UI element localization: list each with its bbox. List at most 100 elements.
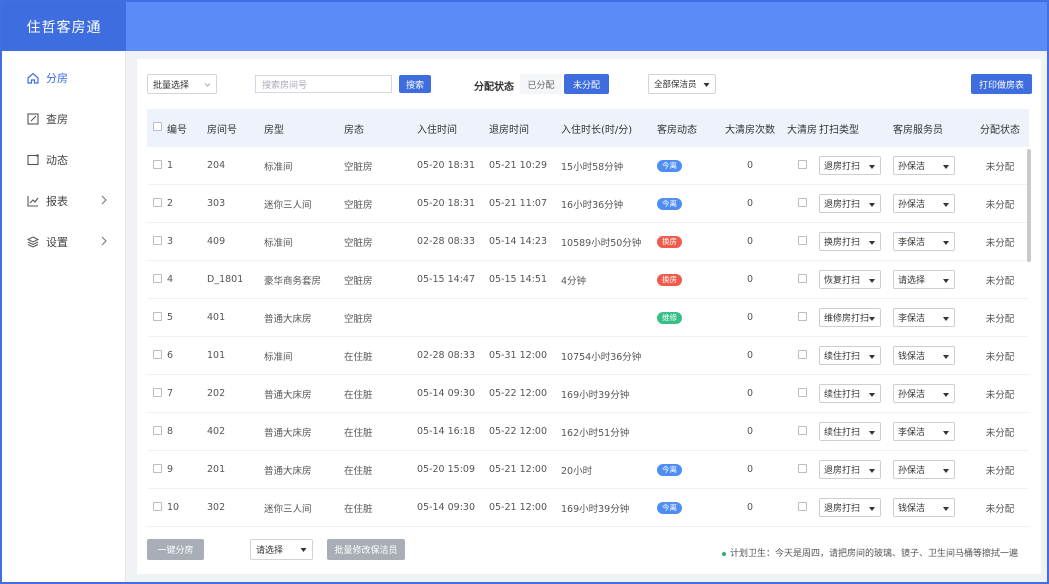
- stay-duration: 10754小时36分钟: [561, 351, 642, 363]
- table-scrollbar[interactable]: [1027, 149, 1031, 262]
- room-type: 标准间: [264, 351, 293, 363]
- clean-type-select[interactable]: 维修房打扫: [819, 308, 881, 327]
- clean-type-select[interactable]: 续住打扫: [819, 346, 881, 365]
- room-type: 迷你三人间: [264, 503, 312, 515]
- deep-clean-count: 0: [746, 388, 754, 399]
- row-checkbox[interactable]: [153, 463, 167, 476]
- row-checkbox[interactable]: [153, 387, 167, 400]
- search-button[interactable]: 搜索: [399, 75, 431, 93]
- deep-clean-checkbox[interactable]: [785, 197, 819, 210]
- clean-type-cell: 续住打扫: [819, 346, 893, 365]
- table-row: 2 303 迷你三人间 空脏房 05-20 18:31 05-21 11:07 16小时36…: [147, 185, 1029, 223]
- home-icon: [26, 71, 40, 85]
- checkin-time: 02-28 08:33: [417, 236, 476, 247]
- row-checkbox[interactable]: [153, 501, 167, 514]
- room-type: 普通大床房: [264, 389, 312, 401]
- room-dynamic-cell: 今离: [657, 159, 715, 172]
- deep-clean-checkbox[interactable]: [785, 159, 819, 172]
- col-header: 客房服务员: [893, 124, 943, 136]
- select-all-checkbox[interactable]: [153, 122, 167, 134]
- footer-select-dropdown[interactable]: 请选择: [250, 539, 313, 560]
- edit-icon: [26, 112, 40, 126]
- attendant-value: 钱保洁: [898, 352, 926, 362]
- deep-clean-checkbox[interactable]: [785, 463, 819, 476]
- row-number: 7: [167, 388, 174, 399]
- table-header: 编号 房间号 房型 房态 入住时间 退房时间 入住时长(时/分) 客房动态 大清…: [147, 109, 1029, 147]
- chevron-down-icon: [869, 201, 875, 207]
- clean-type-select[interactable]: 退房打扫: [819, 156, 881, 175]
- attendant-cell: 李保洁: [893, 308, 971, 327]
- row-checkbox[interactable]: [153, 159, 167, 172]
- attendant-select[interactable]: 孙保洁: [893, 194, 955, 213]
- chevron-down-icon: [869, 429, 875, 435]
- checkin-time: 05-20 15:09: [417, 464, 476, 475]
- deep-clean-checkbox[interactable]: [785, 387, 819, 400]
- batch-select-dropdown[interactable]: 批量选择: [147, 74, 217, 94]
- clean-type-value: 退房打扫: [824, 504, 861, 514]
- checkin-time: 05-14 16:18: [417, 426, 476, 437]
- attendant-select[interactable]: 孙保洁: [893, 384, 955, 403]
- deep-clean-checkbox[interactable]: [785, 425, 819, 438]
- attendant-select[interactable]: 钱保洁: [893, 346, 955, 365]
- room-type: 普通大床房: [264, 465, 312, 477]
- row-number: 8: [167, 426, 174, 437]
- clean-type-select[interactable]: 换房打扫: [819, 232, 881, 251]
- clean-type-cell: 换房打扫: [819, 232, 893, 251]
- clean-type-select[interactable]: 退房打扫: [819, 498, 881, 517]
- attendant-select[interactable]: 李保洁: [893, 308, 955, 327]
- checkout-time: 05-21 12:00: [489, 502, 548, 513]
- row-checkbox[interactable]: [153, 425, 167, 438]
- attendant-select[interactable]: 孙保洁: [893, 156, 955, 175]
- table-row: 5 401 普通大床房 空脏房 维修 0 维修房打扫 李保洁 未分配: [147, 299, 1029, 337]
- col-header: 编号: [167, 124, 187, 136]
- attendant-select[interactable]: 李保洁: [893, 232, 955, 251]
- one-key-assign-button[interactable]: 一键分房: [147, 539, 204, 560]
- row-checkbox[interactable]: [153, 349, 167, 362]
- sidebar-item-check-rooms[interactable]: 查房: [2, 98, 125, 139]
- attendant-cell: 孙保洁: [893, 384, 971, 403]
- deep-clean-checkbox[interactable]: [785, 349, 819, 362]
- attendant-select[interactable]: 请选择: [893, 270, 955, 289]
- sidebar-item-settings[interactable]: 设置: [2, 221, 125, 262]
- room-dynamic-cell: 换房: [657, 235, 715, 248]
- clean-type-value: 维修房打扫: [824, 314, 870, 324]
- batch-modify-cleaner-button[interactable]: 批量修改保洁员: [327, 539, 405, 560]
- filter-assigned-button[interactable]: 已分配: [520, 74, 562, 94]
- sidebar-item-dynamics[interactable]: 动态: [2, 139, 125, 180]
- top-header: 住哲客房通: [2, 2, 1047, 51]
- row-checkbox[interactable]: [153, 197, 167, 210]
- attendant-select[interactable]: 孙保洁: [893, 460, 955, 479]
- clean-type-select[interactable]: 退房打扫: [819, 460, 881, 479]
- clean-type-select[interactable]: 续住打扫: [819, 384, 881, 403]
- col-header: 房态: [344, 124, 364, 136]
- row-checkbox[interactable]: [153, 311, 167, 324]
- filter-unassigned-button[interactable]: 未分配: [564, 74, 609, 94]
- attendant-cell: 请选择: [893, 270, 971, 289]
- clean-type-select[interactable]: 退房打扫: [819, 194, 881, 213]
- chevron-down-icon: [943, 429, 949, 435]
- row-checkbox[interactable]: [153, 235, 167, 248]
- clean-type-select[interactable]: 续住打扫: [819, 422, 881, 441]
- deep-clean-checkbox[interactable]: [785, 311, 819, 324]
- chevron-right-icon: [99, 234, 109, 248]
- search-input[interactable]: 搜索房间号: [255, 75, 392, 93]
- room-number: 302: [207, 502, 226, 513]
- deep-clean-checkbox[interactable]: [785, 235, 819, 248]
- attendant-select[interactable]: 李保洁: [893, 422, 955, 441]
- room-state: 在住脏: [344, 389, 373, 401]
- room-dynamic-badge: 换房: [657, 235, 682, 248]
- attendant-select[interactable]: 钱保洁: [893, 498, 955, 517]
- sidebar-item-reports[interactable]: 报表: [2, 180, 125, 221]
- cleaner-select-dropdown[interactable]: 全部保洁员: [648, 74, 716, 94]
- sidebar-item-assign-rooms[interactable]: 分房: [2, 57, 125, 98]
- clean-type-select[interactable]: 恢复打扫: [819, 270, 881, 289]
- print-room-sheet-button[interactable]: 打印做房表: [971, 74, 1032, 94]
- deep-clean-checkbox[interactable]: [785, 273, 819, 286]
- attendant-value: 李保洁: [898, 238, 926, 248]
- deep-clean-checkbox[interactable]: [785, 501, 819, 514]
- main-panel: 批量选择 搜索房间号 搜索 分配状态 已分配 未分配 全部保洁员 打印做房表 编…: [137, 59, 1041, 574]
- stay-duration: 15小时58分钟: [561, 161, 624, 173]
- row-checkbox[interactable]: [153, 273, 167, 286]
- table-row: 1 204 标准间 空脏房 05-20 18:31 05-21 10:29 15小时58分钟…: [147, 147, 1029, 185]
- footer-bar: 一键分房 请选择 批量修改保洁员 计划卫生：今天是周四，请把房间的玻璃、镜子、卫…: [137, 537, 1041, 567]
